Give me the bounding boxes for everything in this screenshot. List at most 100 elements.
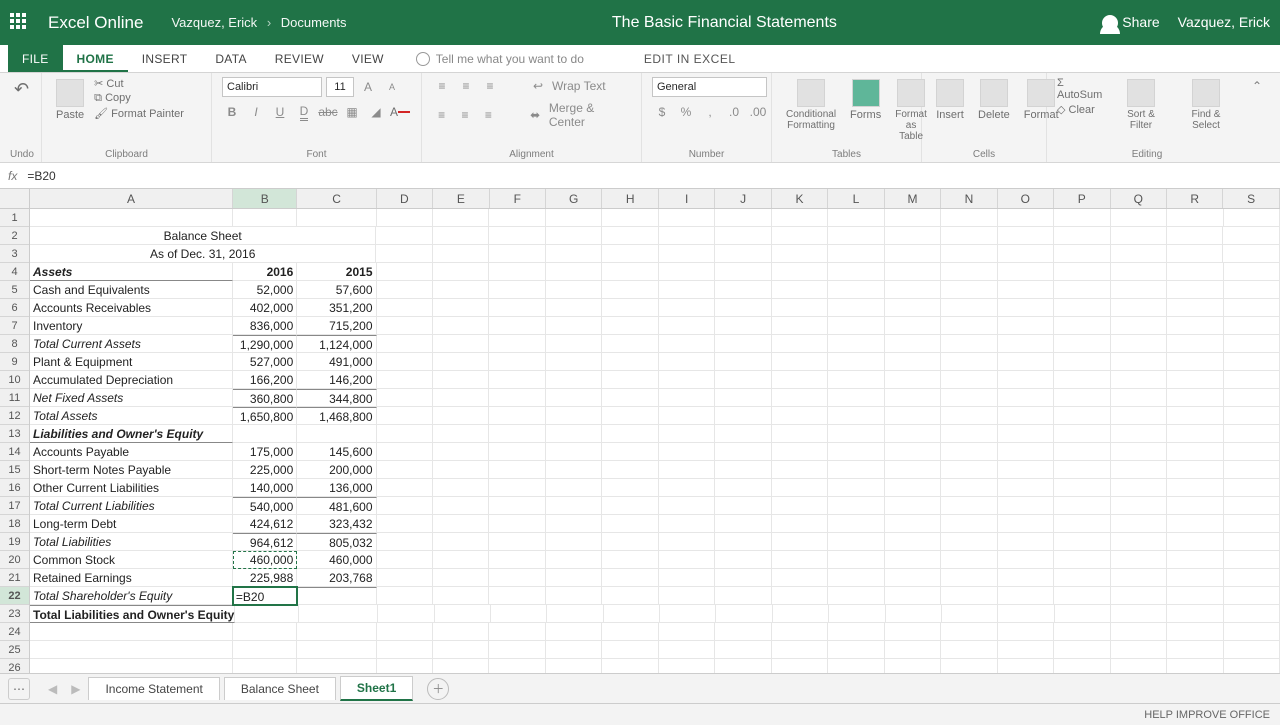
cell-K2[interactable] <box>772 227 828 245</box>
cell-F11[interactable] <box>489 389 545 407</box>
cell-N3[interactable] <box>941 245 997 263</box>
cell-F8[interactable] <box>489 335 545 353</box>
cell-P11[interactable] <box>1054 389 1110 407</box>
cell-M5[interactable] <box>885 281 941 299</box>
cell-M15[interactable] <box>885 461 941 479</box>
cell-J7[interactable] <box>715 317 771 335</box>
cell-R15[interactable] <box>1167 461 1223 479</box>
align-right-button[interactable]: ≡ <box>479 106 498 124</box>
cell-E15[interactable] <box>433 461 489 479</box>
underline-button[interactable]: U <box>270 103 290 121</box>
column-header-Q[interactable]: Q <box>1111 189 1167 208</box>
cell-E12[interactable] <box>433 407 489 425</box>
cell-R6[interactable] <box>1167 299 1223 317</box>
cell-E14[interactable] <box>433 443 489 461</box>
cell-D17[interactable] <box>377 497 433 515</box>
cell-N15[interactable] <box>941 461 997 479</box>
row-header-22[interactable]: 22 <box>0 587 29 605</box>
cell-R25[interactable] <box>1167 641 1223 659</box>
cell-J6[interactable] <box>715 299 771 317</box>
row-header-10[interactable]: 10 <box>0 371 29 389</box>
cell-E24[interactable] <box>433 623 489 641</box>
cell-F15[interactable] <box>489 461 545 479</box>
cell-J14[interactable] <box>715 443 771 461</box>
row-header-5[interactable]: 5 <box>0 281 29 299</box>
cell-L7[interactable] <box>828 317 884 335</box>
cell-E8[interactable] <box>433 335 489 353</box>
cell-F7[interactable] <box>489 317 545 335</box>
cell-A12[interactable]: Total Assets <box>30 407 233 425</box>
cell-Q17[interactable] <box>1111 497 1167 515</box>
cell-H5[interactable] <box>602 281 658 299</box>
cell-M18[interactable] <box>885 515 941 533</box>
cell-P21[interactable] <box>1054 569 1110 587</box>
cell-O19[interactable] <box>998 533 1054 551</box>
cell-M16[interactable] <box>885 479 941 497</box>
cell-P20[interactable] <box>1054 551 1110 569</box>
sheet-menu-button[interactable]: ⋯ <box>8 678 30 700</box>
cell-N14[interactable] <box>941 443 997 461</box>
cell-G24[interactable] <box>546 623 602 641</box>
cell-M25[interactable] <box>885 641 941 659</box>
cell-Q19[interactable] <box>1111 533 1167 551</box>
cell-P2[interactable] <box>1054 227 1110 245</box>
cell-H17[interactable] <box>602 497 658 515</box>
cell-R14[interactable] <box>1167 443 1223 461</box>
cell-D4[interactable] <box>377 263 433 281</box>
cell-O9[interactable] <box>998 353 1054 371</box>
cell-B22[interactable]: =B20 <box>233 587 297 605</box>
row-header-19[interactable]: 19 <box>0 533 29 551</box>
cell-M13[interactable] <box>885 425 941 443</box>
cell-H4[interactable] <box>602 263 658 281</box>
cell-Q14[interactable] <box>1111 443 1167 461</box>
cell-E4[interactable] <box>433 263 489 281</box>
cell-G6[interactable] <box>546 299 602 317</box>
cell-S3[interactable] <box>1223 245 1279 263</box>
tab-view[interactable]: VIEW <box>338 45 398 72</box>
cell-K23[interactable] <box>773 605 829 623</box>
cell-E6[interactable] <box>433 299 489 317</box>
cell-I10[interactable] <box>659 371 715 389</box>
cell-N24[interactable] <box>941 623 997 641</box>
cell-P4[interactable] <box>1054 263 1110 281</box>
currency-button[interactable]: $ <box>652 103 672 121</box>
cell-G12[interactable] <box>546 407 602 425</box>
clear-button[interactable]: ◇ Clear <box>1057 103 1107 116</box>
cell-I16[interactable] <box>659 479 715 497</box>
cell-D22[interactable] <box>377 587 433 605</box>
double-underline-button[interactable]: D <box>294 103 314 121</box>
cell-J1[interactable] <box>715 209 771 227</box>
cell-Q11[interactable] <box>1111 389 1167 407</box>
cell-H19[interactable] <box>602 533 658 551</box>
cell-J12[interactable] <box>715 407 771 425</box>
cell-P9[interactable] <box>1054 353 1110 371</box>
cell-Q26[interactable] <box>1111 659 1167 673</box>
cell-O4[interactable] <box>998 263 1054 281</box>
cell-A17[interactable]: Total Current Liabilities <box>30 497 233 515</box>
cell-A2[interactable]: Balance Sheet <box>30 227 376 245</box>
cell-D26[interactable] <box>377 659 433 673</box>
cell-B18[interactable]: 424,612 <box>233 515 297 533</box>
cell-I24[interactable] <box>659 623 715 641</box>
share-button[interactable]: Share <box>1102 14 1159 31</box>
row-header-25[interactable]: 25 <box>0 641 29 659</box>
cell-H21[interactable] <box>602 569 658 587</box>
cell-E26[interactable] <box>433 659 489 673</box>
cell-I13[interactable] <box>659 425 715 443</box>
cell-E9[interactable] <box>433 353 489 371</box>
cell-R2[interactable] <box>1167 227 1223 245</box>
cell-C20[interactable]: 460,000 <box>297 551 376 569</box>
cell-R24[interactable] <box>1167 623 1223 641</box>
cell-E17[interactable] <box>433 497 489 515</box>
sheet-nav-prev[interactable]: ◀ <box>42 682 63 696</box>
cell-Q13[interactable] <box>1111 425 1167 443</box>
number-format-select[interactable] <box>652 77 767 97</box>
cell-O21[interactable] <box>998 569 1054 587</box>
cell-R10[interactable] <box>1167 371 1223 389</box>
cell-S19[interactable] <box>1224 533 1280 551</box>
cell-O15[interactable] <box>998 461 1054 479</box>
tab-file[interactable]: FILE <box>8 45 63 72</box>
cell-B5[interactable]: 52,000 <box>233 281 297 299</box>
cell-P25[interactable] <box>1054 641 1110 659</box>
cell-A7[interactable]: Inventory <box>30 317 233 335</box>
